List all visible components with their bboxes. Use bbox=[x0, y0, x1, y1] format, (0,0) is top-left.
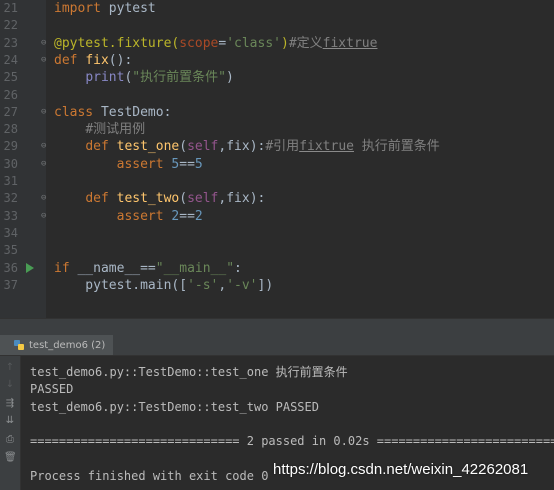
line-number: 26 bbox=[3, 87, 18, 102]
code-text: print("执行前置条件") bbox=[85, 70, 234, 86]
code-text: def test_one(self,fix):#引用fixtrue 执行前置条件 bbox=[85, 139, 440, 155]
line-number: 31 bbox=[3, 174, 18, 188]
line-number: 30 bbox=[3, 156, 18, 171]
fold-marker-icon[interactable]: ⊖ bbox=[41, 211, 48, 220]
console-line: Process finished with exit code 0 bbox=[30, 468, 269, 483]
fold-marker-icon[interactable]: ⊖ bbox=[41, 142, 48, 151]
code-line[interactable]: 32 ⊖ def test_two(self,fix): bbox=[0, 190, 554, 207]
console-line: PASSED bbox=[30, 382, 74, 397]
code-text: #测试用例 bbox=[85, 122, 146, 138]
run-tab[interactable]: test_demo6 (2) bbox=[0, 335, 114, 355]
line-number: 34 bbox=[3, 225, 18, 240]
console-line: test_demo6.py::TestDemo::test_two PASSED bbox=[30, 399, 319, 414]
code-line[interactable]: 29 ⊖ def test_one(self,fix):#引用fixtrue 执行… bbox=[0, 138, 554, 155]
code-text: import pytest bbox=[54, 1, 156, 16]
fold-marker-icon[interactable]: ⊖ bbox=[41, 38, 48, 47]
line-number: 29 bbox=[3, 139, 18, 154]
code-line[interactable]: 34 bbox=[0, 225, 554, 242]
code-text: assert 5==5 bbox=[116, 156, 203, 172]
panel-splitter[interactable] bbox=[0, 318, 554, 335]
code-line[interactable]: 37 pytest.main(['-s','-v']) bbox=[0, 277, 554, 294]
fold-marker-icon[interactable]: ⊖ bbox=[41, 107, 48, 116]
code-line[interactable]: 27 ⊖ class TestDemo: bbox=[0, 104, 554, 121]
code-line[interactable]: 28 #测试用例 bbox=[0, 121, 554, 138]
line-number: 32 bbox=[3, 191, 18, 206]
code-line[interactable]: 23 ⊖ @pytest.fixture(scope='class')#定义fixt… bbox=[0, 35, 554, 52]
fold-marker-icon[interactable]: ⊖ bbox=[41, 159, 48, 168]
code-line[interactable]: 30 ⊖ assert 5==5 bbox=[0, 156, 554, 173]
line-number: 35 bbox=[3, 243, 18, 258]
trash-icon[interactable]: 🗑 bbox=[4, 452, 17, 464]
code-line[interactable]: 36 if __name__=="__main__": bbox=[0, 260, 554, 277]
code-line[interactable]: 21 import pytest bbox=[0, 0, 554, 17]
arrow-up-icon[interactable]: ↑ bbox=[4, 362, 16, 374]
code-editor[interactable]: 21 import pytest 22 23 ⊖ @pytest.fixture(scop… bbox=[0, 0, 554, 318]
code-line[interactable]: 35 bbox=[0, 242, 554, 259]
code-line[interactable]: 31 bbox=[0, 173, 554, 190]
code-line[interactable]: 25 print("执行前置条件") bbox=[0, 69, 554, 86]
code-text: if __name__=="__main__": bbox=[54, 260, 242, 276]
soft-wrap-icon[interactable]: ⇶ bbox=[4, 398, 16, 410]
line-number: 27 bbox=[3, 104, 18, 119]
line-number: 36 bbox=[3, 260, 18, 275]
code-text: pytest.main(['-s','-v']) bbox=[54, 277, 274, 293]
arrow-down-icon[interactable]: ↓ bbox=[4, 379, 16, 391]
watermark: https://blog.csdn.net/weixin_42262081 bbox=[273, 461, 529, 478]
fold-marker-icon[interactable]: ⊖ bbox=[41, 194, 48, 203]
console-toolbar: ↑ ↓ ⇶ ⇊ ⎙ 🗑 bbox=[0, 356, 21, 490]
line-number: 24 bbox=[3, 52, 18, 67]
console-line: ============================= 2 passed i… bbox=[30, 434, 554, 449]
code-text: @pytest.fixture(scope='class')#定义fixtrue bbox=[54, 35, 378, 51]
code-text: def fix(): bbox=[54, 52, 133, 68]
run-tab-label: test_demo6 (2) bbox=[29, 339, 106, 351]
code-text: assert 2==2 bbox=[116, 208, 203, 224]
line-number: 21 bbox=[3, 1, 18, 15]
print-icon[interactable]: ⎙ bbox=[4, 434, 16, 446]
code-text: class TestDemo: bbox=[54, 104, 172, 120]
line-number: 23 bbox=[3, 35, 18, 50]
console-line: test_demo6.py::TestDemo::test_one 执行前置条件 bbox=[30, 365, 348, 379]
code-text: def test_two(self,fix): bbox=[85, 191, 266, 207]
line-number: 22 bbox=[3, 18, 18, 33]
run-tool-window-header: test_demo6 (2) bbox=[0, 335, 554, 356]
code-line[interactable]: 22 bbox=[0, 17, 554, 34]
fold-marker-icon[interactable]: ⊖ bbox=[41, 55, 48, 64]
run-gutter-icon[interactable] bbox=[26, 262, 34, 273]
code-line[interactable]: 24 ⊖ def fix(): bbox=[0, 52, 554, 69]
code-line[interactable]: 26 bbox=[0, 87, 554, 104]
python-icon bbox=[14, 340, 24, 350]
line-number: 37 bbox=[3, 277, 18, 292]
line-number: 28 bbox=[3, 122, 18, 137]
line-number: 25 bbox=[3, 70, 18, 85]
line-number: 33 bbox=[3, 208, 18, 223]
code-line[interactable]: 33 ⊖ assert 2==2 bbox=[0, 208, 554, 225]
scroll-to-end-icon[interactable]: ⇊ bbox=[4, 415, 16, 427]
